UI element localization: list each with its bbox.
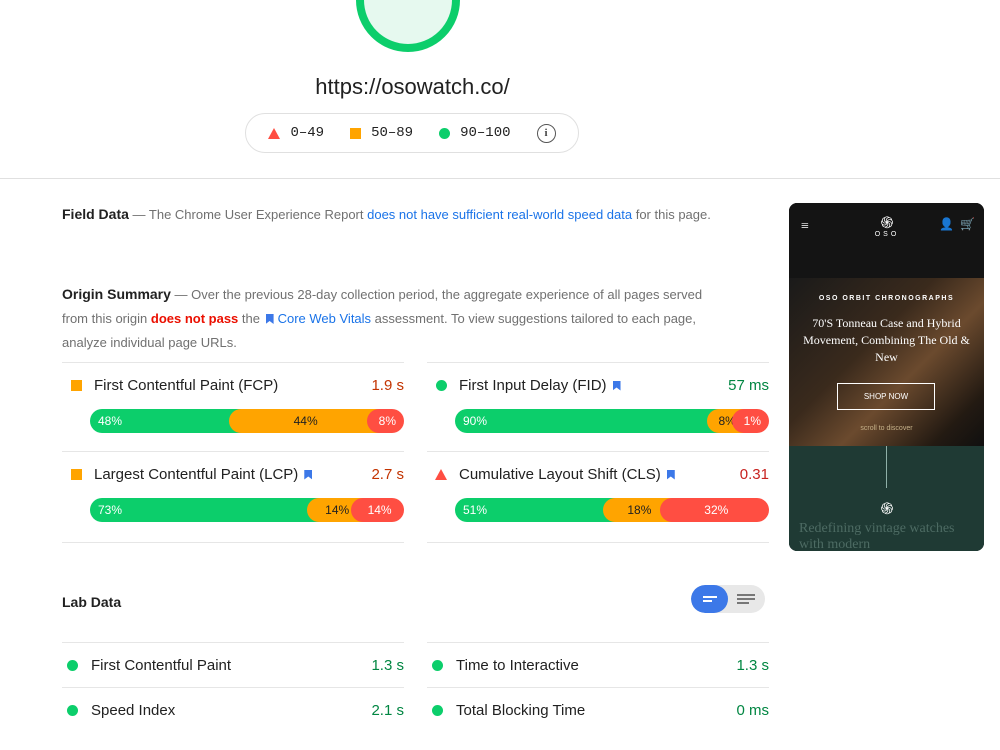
metric-header: First Contentful Paint (FCP) 1.9 s [62,377,404,394]
lab-metric-value: 1.3 s [736,656,769,674]
screenshot-scroll: scroll to discover [860,425,913,432]
page-url: https://osowatch.co/ [315,74,510,99]
triangle-icon [268,127,281,139]
status-indicator [431,469,451,480]
field-metric-card: First Input Delay (FID) 57 ms 90% 8% 1% [427,362,769,453]
metric-header: First Input Delay (FID) 57 ms [427,377,769,394]
lab-metric-value: 1.3 s [371,656,404,674]
circle-icon [67,704,78,716]
distribution-bar: 90% 8% 1% [455,409,769,433]
distribution-bar: 48% 44% 8% [90,409,404,433]
view-toggle[interactable] [691,585,765,613]
metric-value: 57 ms [728,377,769,394]
distribution-bar: 51% 18% 32% [455,498,769,522]
metric-value: 1.9 s [371,377,404,394]
distribution-bar: 73% 14% 14% [90,498,404,522]
field-data-section: Field Data — The Chrome User Experience … [62,202,722,227]
performance-score: 97 [356,0,460,3]
lab-metric-value: 2.1 s [371,701,404,719]
poor-segment: 14% [351,498,404,522]
bookmark-icon [666,469,675,480]
screenshot-eyebrow: OSO ORBIT CHRONOGRAPHS [818,295,955,302]
legend-poor-label: 0–49 [290,125,325,141]
poor-segment: 8% [366,409,404,433]
lab-metric-value: 0 ms [736,701,769,719]
good-segment: 73% [90,498,320,522]
metric-value: 0.31 [739,466,769,483]
shop-now-button: SHOP NOW [837,383,935,410]
good-segment: 48% [90,409,241,433]
circle-icon [439,127,451,139]
field-data-title: Field Data [62,206,129,222]
triangle-icon [435,469,447,480]
lab-metric-row: Total Blocking Time 0 ms [427,687,769,732]
origin-summary-text-b: the [238,311,264,326]
lab-metric-row: Speed Index 2.1 s [62,687,404,732]
lab-metric-row: Time to Interactive 1.3 s [427,642,769,687]
circle-icon [435,380,447,391]
origin-fail-status: does not pass [150,311,239,326]
metric-name: Largest Contentful Paint (LCP) [94,466,299,483]
square-icon [70,469,82,480]
field-data-link[interactable]: does not have sufficient real-world spee… [367,207,632,222]
origin-summary-section: Origin Summary — Over the previous 28-da… [62,282,722,355]
circle-icon [432,704,443,716]
score-gauge [356,0,460,52]
info-icon[interactable]: i [536,123,556,143]
legend-good: 90–100 [439,125,511,141]
detail-view-icon[interactable] [736,592,756,606]
circle-icon [432,659,443,671]
square-icon [350,127,362,139]
origin-summary-title: Origin Summary [62,286,171,302]
lab-metric-name: Total Blocking Time [456,701,586,719]
poor-segment: 1% [731,409,769,433]
status-indicator [66,380,86,391]
bookmark-icon [265,314,274,324]
cart-icon: 🛒 [960,217,975,231]
poor-segment: 32% [659,498,769,522]
circle-icon [67,659,78,671]
metric-header: Largest Contentful Paint (LCP) 2.7 s [62,466,404,483]
screenshot-brand: OSO [874,231,900,238]
status-indicator [66,469,86,480]
legend-poor: 0–49 [268,125,324,141]
lab-metric-name: First Contentful Paint [91,656,232,674]
metric-value: 2.7 s [371,466,404,483]
lab-metric-name: Time to Interactive [456,656,579,674]
bookmark-icon [304,469,313,480]
legend-average: 50–89 [350,125,413,141]
square-icon [70,380,82,391]
metric-name: First Contentful Paint (FCP) [94,377,279,394]
core-web-vitals-link[interactable]: Core Web Vitals [278,311,371,326]
menu-icon: ≡ [801,219,809,234]
bookmark-icon [612,380,621,391]
good-segment: 90% [455,409,719,433]
list-view-icon[interactable] [701,593,719,605]
legend-average-label: 50–89 [371,125,414,141]
good-segment: 51% [455,498,616,522]
metric-name: Cumulative Layout Shift (CLS) [459,466,661,483]
oso-logo-icon: ֍ [880,501,894,518]
metric-name: First Input Delay (FID) [459,377,607,394]
oso-logo-icon: ֍ [880,215,894,232]
lab-metric-row: First Contentful Paint 1.3 s [62,642,404,687]
status-indicator [431,380,451,391]
section-divider [0,178,1000,179]
metric-header: Cumulative Layout Shift (CLS) 0.31 [427,466,769,483]
field-metric-card: Largest Contentful Paint (LCP) 2.7 s 73% 14… [62,451,404,543]
field-metric-card: Cumulative Layout Shift (CLS) 0.31 51% 18% 3… [427,451,769,543]
field-data-text-b: for this page. [632,207,711,222]
scroll-line [886,446,887,488]
screenshot-tagline: Redefining vintage watches with modern [799,521,955,551]
average-segment: 44% [228,409,379,433]
lab-metric-name: Speed Index [91,701,176,719]
score-legend: 0–49 50–89 90–100 i [245,113,579,153]
legend-good-label: 90–100 [460,125,511,141]
final-screenshot: ≡ ֍ OSO 👤 🛒 OSO ORBIT CHRONOGRAPHS 70'S … [789,203,984,551]
user-icon: 👤 [939,217,954,231]
screenshot-headline: 70'S Tonneau Case and Hybrid Movement, C… [803,316,970,364]
field-data-text-a: — The Chrome User Experience Report [128,207,368,222]
lab-data-title: Lab Data [62,594,122,610]
field-metric-card: First Contentful Paint (FCP) 1.9 s 48% 44% 8… [62,362,404,453]
